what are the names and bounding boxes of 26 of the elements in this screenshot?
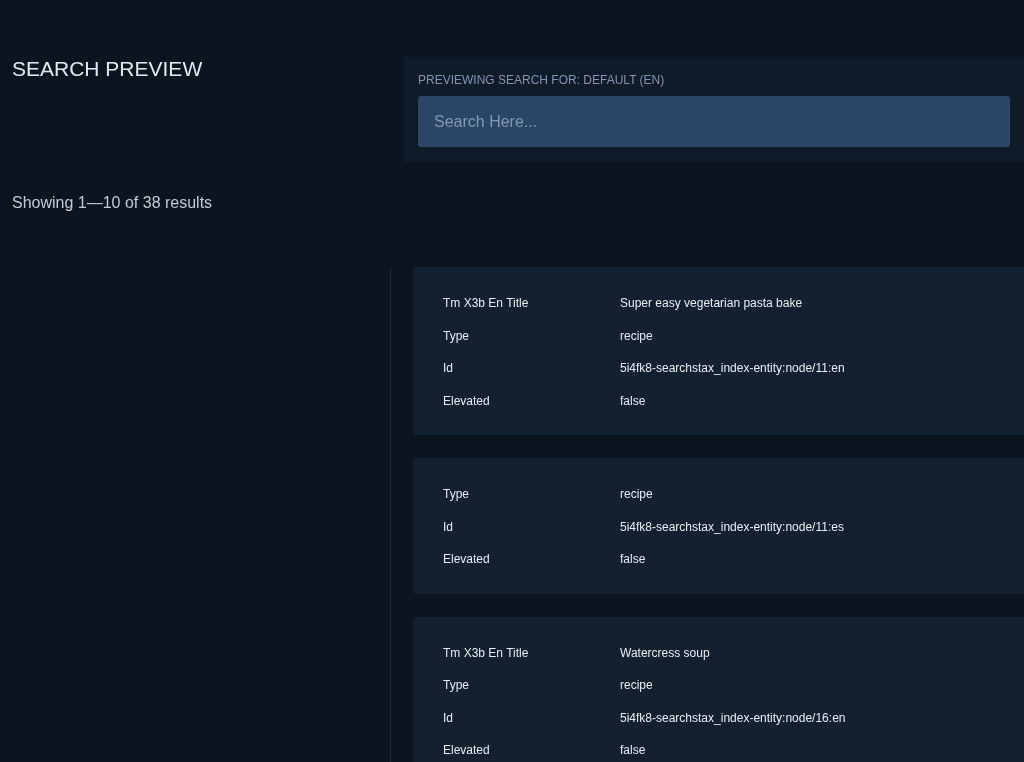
field-name: Elevated: [443, 393, 491, 408]
field-value: false: [620, 743, 646, 758]
field-name: Elevated: [443, 552, 491, 567]
field-value: recipe: [620, 678, 653, 693]
field-name: Tm X3b En Title: [443, 645, 530, 660]
search-label: PREVIEWING SEARCH FOR: DEFAULT (EN): [418, 73, 666, 87]
results-summary: Showing 1—10 of 38 results: [11, 193, 214, 212]
field-value: recipe: [620, 328, 653, 343]
field-value: false: [620, 552, 646, 567]
field-value: recipe: [620, 487, 653, 502]
field-name: Id: [443, 519, 454, 534]
field-name: Elevated: [443, 743, 491, 758]
field-name: Tm X3b En Title: [443, 296, 530, 311]
field-name: Id: [443, 361, 454, 376]
field-value: Super easy vegetarian pasta bake: [620, 296, 803, 311]
field-value: 5i4fk8-searchstax_index-entity:node/11:es: [620, 519, 844, 534]
page-title: SEARCH PREVIEW: [11, 58, 204, 79]
field-value: 5i4fk8-searchstax_index-entity:node/11:en: [620, 361, 845, 376]
field-value: 5i4fk8-searchstax_index-entity:node/16:en: [620, 710, 846, 725]
field-value: Watercress soup: [620, 645, 710, 660]
field-name: Type: [443, 487, 470, 502]
search-field[interactable]: Search Here...: [418, 96, 1010, 147]
field-name: Type: [443, 328, 470, 343]
field-name: Type: [443, 678, 470, 693]
field-name: Id: [443, 710, 454, 725]
field-value: false: [620, 393, 646, 408]
